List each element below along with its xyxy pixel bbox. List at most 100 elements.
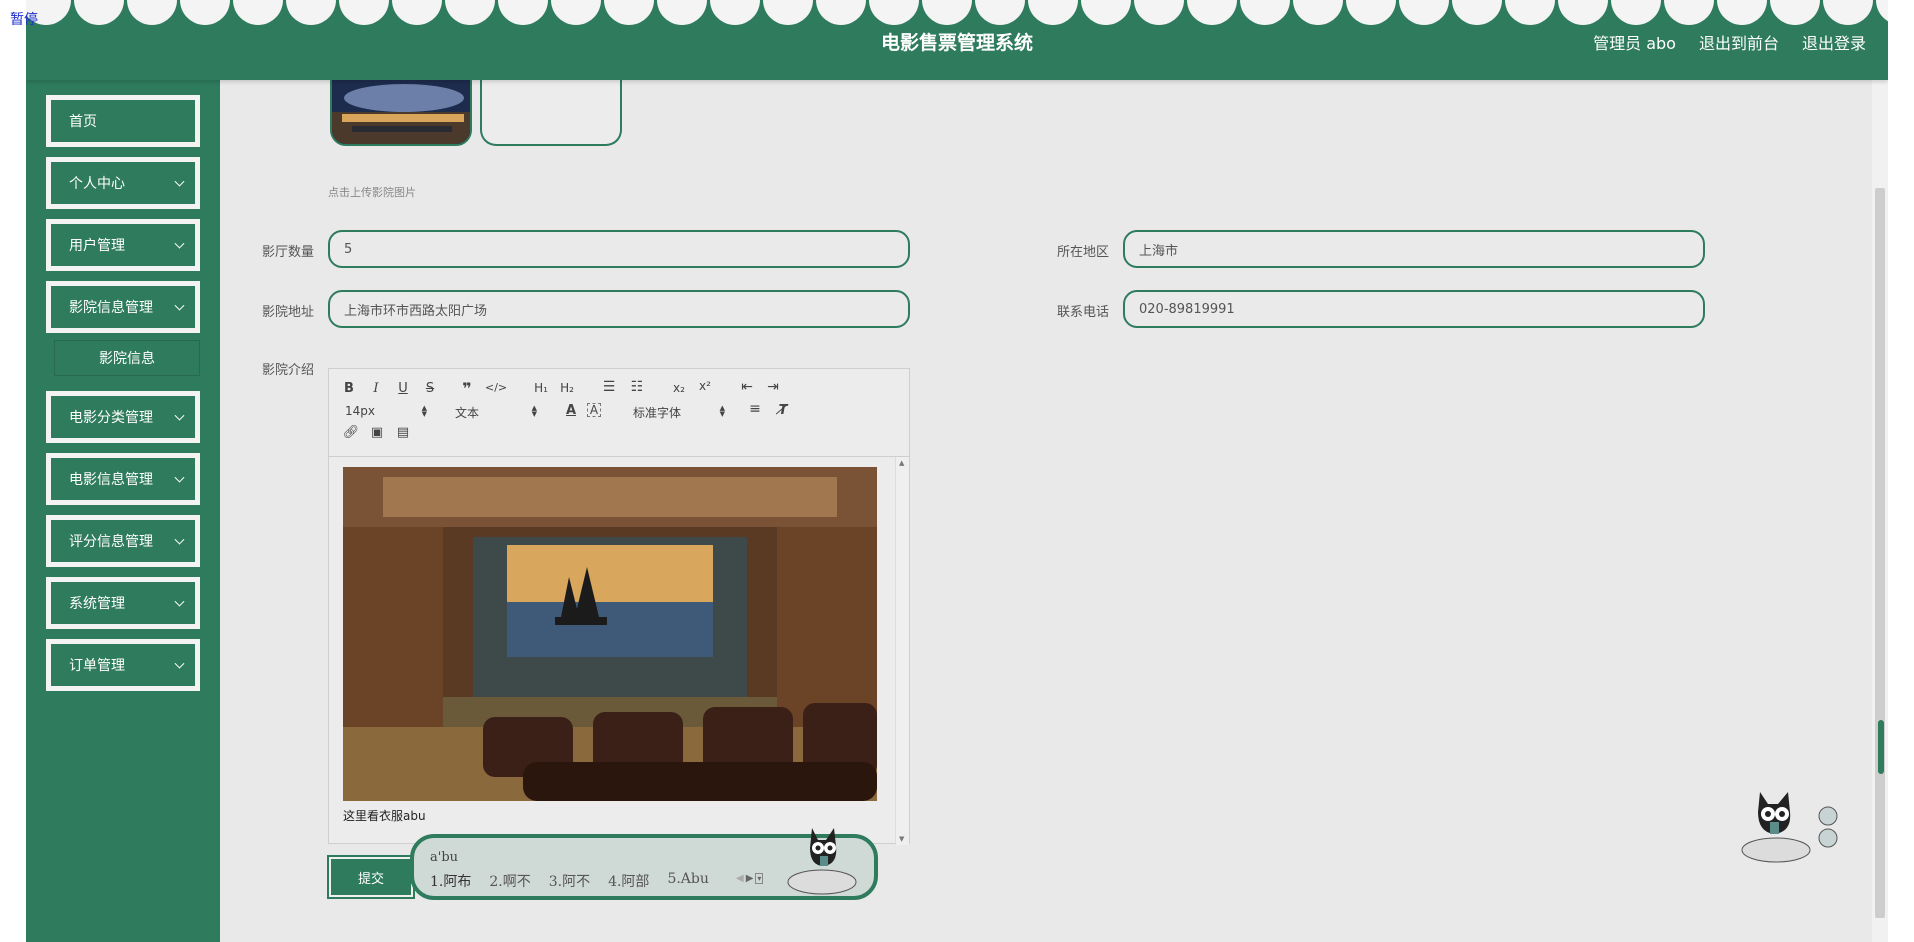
editor-content-area[interactable]: 这里看衣服abu [329,457,895,845]
indent-icon[interactable]: ⇥ [763,379,783,395]
scallop [1611,0,1661,25]
sidebar: 首页 个人中心 用户管理 影院信息管理 影院信息 电影分类管理 电影信息管理 评… [26,80,220,942]
ime-candidate[interactable]: 4.阿部 [608,871,649,891]
align-icon[interactable]: ≡ [745,401,765,417]
sidebar-item-home[interactable]: 首页 [46,95,200,147]
ime-page-nav: ◀ ▶ ▾ [736,873,764,884]
font-color-icon[interactable]: A [561,403,581,418]
select-arrows-icon: ▲ ▼ [719,404,725,418]
app-root: 电影售票管理系统 管理员 abo 退出到前台 退出登录 首页 个人中心 用户管理… [26,0,1888,942]
sidebar-item-label: 个人中心 [69,176,125,192]
sidebar-item-system-management[interactable]: 系统管理 [46,577,200,629]
chevron-down-icon [174,300,185,311]
page-scrollbar[interactable] [1872,80,1888,942]
scroll-down-arrow-icon[interactable]: ▼ [899,835,904,843]
strikethrough-icon[interactable]: S [420,381,440,396]
scallop [127,0,177,25]
subscript-icon[interactable]: x₂ [669,381,689,395]
sidebar-subitem-cinema-info[interactable]: 影院信息 [54,340,200,376]
scallop [233,0,283,25]
superscript-icon[interactable]: x² [695,379,715,393]
video-icon[interactable]: ▤ [393,425,413,440]
scallop [1505,0,1555,25]
scallop [1293,0,1343,25]
ime-menu-icon[interactable]: ▾ [755,873,764,884]
page-scrollbar-thumb[interactable] [1875,188,1885,918]
ime-candidate[interactable]: 2.啊不 [489,871,530,891]
outdent-icon[interactable]: ⇤ [737,379,757,395]
admin-user-label[interactable]: 管理员 abo [1593,30,1676,54]
ime-candidate[interactable]: 1.阿布 [430,871,471,891]
ime-candidate-window: a'bu 1.阿布 2.啊不 3.阿不 4.阿部 5.Abu ◀ ▶ ▾ [410,828,878,900]
scallop [1187,0,1237,25]
clear-format-icon[interactable]: T̸ [773,403,793,418]
header-scallop-decoration [26,0,1888,25]
pause-label[interactable]: 暂停 [10,9,38,29]
submit-button[interactable]: 提交 [327,855,415,899]
chevron-down-icon [174,534,185,545]
sidebar-item-label: 评分信息管理 [69,534,153,550]
scallop [763,0,813,25]
scallop [1664,0,1714,25]
phone-input[interactable]: 020-89819991 [1123,290,1705,328]
scallop [1823,0,1873,25]
ime-candidate[interactable]: 5.Abu [667,871,708,891]
font-size-value: 14px [345,404,375,418]
italic-icon[interactable]: I [366,381,386,396]
bold-icon[interactable]: B [339,381,359,396]
chevron-down-icon [174,410,185,421]
sidebar-item-cinema-management[interactable]: 影院信息管理 [46,281,200,333]
scallop [286,0,336,25]
sidebar-item-label: 系统管理 [69,596,125,612]
heading-1-icon[interactable]: H₁ [529,381,553,395]
sidebar-item-label: 电影信息管理 [69,472,153,488]
scallop [975,0,1025,25]
scallop [74,0,124,25]
block-type-select[interactable]: 文本 ▲ ▼ [455,404,537,421]
exit-to-front-link[interactable]: 退出到前台 [1699,30,1779,54]
font-family-select[interactable]: 标准字体 ▲ ▼ [633,404,725,421]
background-color-icon[interactable]: A [587,403,601,417]
scallop [1717,0,1767,25]
scallop [1399,0,1449,25]
blockquote-icon[interactable]: ❞ [457,379,477,398]
sidebar-item-movie-info[interactable]: 电影信息管理 [46,453,200,505]
ime-candidate[interactable]: 3.阿不 [549,871,590,891]
chevron-down-icon [174,596,185,607]
chevron-down-icon [174,658,185,669]
font-size-select[interactable]: 14px ▲ ▼ [345,404,427,418]
code-block-icon[interactable]: </> [485,381,507,394]
sidebar-item-user-management[interactable]: 用户管理 [46,219,200,271]
address-input[interactable]: 上海市环市西路太阳广场 [328,290,910,328]
ordered-list-icon[interactable]: ☰ [599,379,619,395]
scroll-up-arrow-icon[interactable]: ▲ [899,459,904,467]
ime-next-page-icon[interactable]: ▶ [746,873,754,884]
link-icon[interactable]: 🔗︎ [341,425,361,440]
scallop [445,0,495,25]
ime-prev-page-icon[interactable]: ◀ [736,873,744,884]
scallop [1028,0,1078,25]
hall-count-input[interactable]: 5 [328,230,910,268]
logout-link[interactable]: 退出登录 [1802,30,1866,54]
scallop [1452,0,1502,25]
scallop [180,0,230,25]
underline-icon[interactable]: U [393,381,413,396]
upload-hint: 点击上传影院图片 [328,186,416,199]
floating-cat-mascot-icon[interactable] [1738,788,1848,864]
hall-count-label: 影厅数量 [262,245,315,260]
sidebar-item-label: 用户管理 [69,238,125,254]
scallop [1770,0,1820,25]
region-input[interactable]: 上海市 [1123,230,1705,268]
sidebar-item-personal-center[interactable]: 个人中心 [46,157,200,209]
sidebar-item-rating-management[interactable]: 评分信息管理 [46,515,200,567]
phone-label: 联系电话 [1057,305,1110,320]
bullet-list-icon[interactable]: ☷ [627,379,647,395]
sidebar-item-order-management[interactable]: 订单管理 [46,639,200,691]
image-icon[interactable]: ▣ [367,425,387,440]
heading-2-icon[interactable]: H₂ [555,381,579,395]
ime-composition-text: a'bu [430,850,459,865]
scallop [1134,0,1184,25]
editor-scrollbar[interactable]: ▲ ▼ [895,457,909,845]
scallop [498,0,548,25]
sidebar-item-movie-category[interactable]: 电影分类管理 [46,391,200,443]
